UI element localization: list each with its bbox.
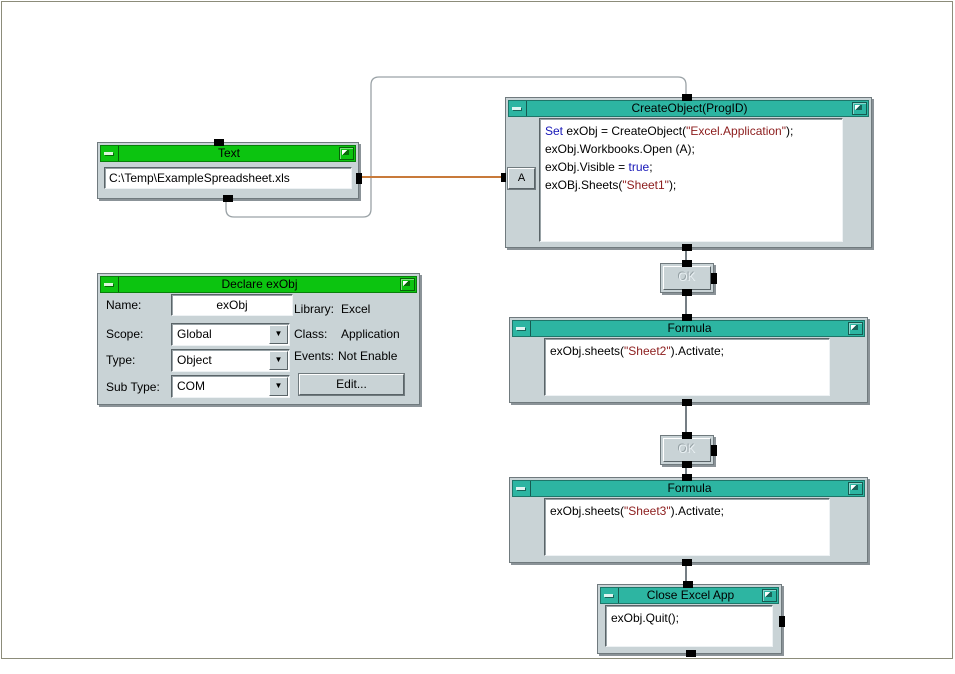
close-app-code-editor[interactable]: exObj.Quit();: [605, 605, 773, 647]
object-title: CreateObject(ProgID): [527, 102, 852, 115]
type-dropdown[interactable]: Object ▼: [171, 349, 290, 372]
formula-titlebar[interactable]: Formula: [512, 480, 865, 497]
sequence-in-pin[interactable]: [214, 139, 224, 146]
minimize-button[interactable]: [101, 277, 119, 292]
events-value: Not Enable: [338, 349, 397, 363]
ok-confirm-object-1[interactable]: OK: [660, 263, 714, 293]
scope-value: Global: [177, 324, 212, 344]
subtype-label: Sub Type:: [106, 380, 160, 394]
sequence-out-pin[interactable]: [682, 559, 692, 566]
minimize-button[interactable]: [601, 588, 619, 603]
object-title: Formula: [531, 322, 848, 335]
close-app-titlebar[interactable]: Close Excel App: [600, 587, 779, 604]
scope-label: Scope:: [106, 327, 143, 341]
sequence-out-pin[interactable]: [682, 289, 692, 296]
close-excel-app-object[interactable]: Close Excel App exObj.Quit();: [597, 584, 782, 654]
sequence-out-pin[interactable]: [223, 195, 233, 202]
sequence-in-pin[interactable]: [682, 260, 692, 267]
sequence-in-pin[interactable]: [682, 432, 692, 439]
declare-variable-object[interactable]: Declare exObj Name: exObj Scope: Global …: [97, 273, 420, 405]
minimize-icon: [516, 327, 525, 330]
type-label: Type:: [106, 353, 135, 367]
createobject-progid-object[interactable]: CreateObject(ProgID) A Set exObj = Creat…: [505, 97, 872, 248]
resize-icon: [851, 325, 858, 330]
formula-titlebar[interactable]: Formula: [512, 320, 865, 337]
minimize-icon: [104, 283, 113, 286]
subtype-value: COM: [177, 376, 205, 396]
class-label: Class:: [294, 327, 327, 341]
name-label: Name:: [106, 298, 141, 312]
resize-icon: [765, 592, 772, 597]
scope-dropdown[interactable]: Global ▼: [171, 323, 290, 346]
formula-code-editor[interactable]: exObj.sheets("Sheet3").Activate;: [544, 498, 830, 556]
class-value: Application: [341, 327, 400, 341]
text-value-input[interactable]: C:\Temp\ExampleSpreadsheet.xls: [104, 167, 352, 189]
minimize-icon: [516, 487, 525, 490]
resize-corner-button[interactable]: [762, 589, 777, 602]
resize-corner-button[interactable]: [400, 278, 415, 291]
formula-object-2[interactable]: Formula exObj.sheets("Sheet3").Activate;: [509, 477, 868, 563]
data-out-terminal[interactable]: [779, 616, 785, 627]
sequence-in-pin[interactable]: [682, 474, 692, 481]
resize-corner-button[interactable]: [852, 102, 867, 115]
ok-button[interactable]: OK: [663, 438, 711, 462]
events-label: Events:: [294, 349, 334, 363]
minimize-button[interactable]: [513, 321, 531, 336]
data-out-terminal[interactable]: [356, 173, 362, 184]
resize-icon: [855, 105, 862, 110]
minimize-button[interactable]: [101, 146, 119, 161]
sequence-in-pin[interactable]: [682, 314, 692, 321]
createobject-code-editor[interactable]: Set exObj = CreateObject("Excel.Applicat…: [539, 118, 843, 242]
formula-code-editor[interactable]: exObj.sheets("Sheet2").Activate;: [544, 338, 830, 396]
sequence-out-pin[interactable]: [682, 399, 692, 406]
minimize-icon: [604, 594, 613, 597]
formula-object-1[interactable]: Formula exObj.sheets("Sheet2").Activate;: [509, 317, 868, 403]
library-label: Library:: [294, 302, 334, 316]
data-in-pin[interactable]: [501, 173, 506, 182]
resize-corner-button[interactable]: [848, 482, 863, 495]
minimize-icon: [512, 107, 521, 110]
workspace: Text C:\Temp\ExampleSpreadsheet.xls Crea…: [0, 0, 955, 674]
dropdown-arrow-icon[interactable]: ▼: [269, 325, 288, 344]
minimize-button[interactable]: [513, 481, 531, 496]
resize-icon: [851, 485, 858, 490]
resize-icon: [403, 281, 410, 286]
resize-icon: [342, 150, 349, 155]
minimize-icon: [104, 152, 113, 155]
data-out-terminal[interactable]: [711, 445, 717, 456]
text-object-titlebar[interactable]: Text: [100, 145, 356, 162]
text-object[interactable]: Text C:\Temp\ExampleSpreadsheet.xls: [97, 142, 359, 199]
subtype-dropdown[interactable]: COM ▼: [171, 375, 290, 398]
object-title: Close Excel App: [619, 589, 762, 602]
sequence-out-pin[interactable]: [682, 461, 692, 468]
resize-corner-button[interactable]: [848, 322, 863, 335]
ok-confirm-object-2[interactable]: OK: [660, 435, 714, 465]
declare-titlebar[interactable]: Declare exObj: [100, 276, 417, 293]
createobject-titlebar[interactable]: CreateObject(ProgID): [508, 100, 869, 117]
sequence-in-pin[interactable]: [683, 581, 693, 588]
ok-button[interactable]: OK: [663, 266, 711, 290]
dropdown-arrow-icon[interactable]: ▼: [269, 351, 288, 370]
edit-button[interactable]: Edit...: [299, 374, 404, 395]
object-title: Text: [119, 147, 339, 160]
library-value: Excel: [341, 302, 370, 316]
minimize-button[interactable]: [509, 101, 527, 116]
name-input[interactable]: exObj: [171, 294, 293, 316]
object-title: Formula: [531, 482, 848, 495]
sequence-in-pin[interactable]: [682, 94, 692, 101]
data-out-terminal[interactable]: [711, 273, 717, 284]
sequence-out-pin[interactable]: [682, 244, 692, 251]
data-in-terminal-a[interactable]: A: [508, 168, 535, 189]
object-title: Declare exObj: [119, 278, 400, 291]
resize-corner-button[interactable]: [339, 147, 354, 160]
sequence-out-pin[interactable]: [686, 650, 696, 657]
dropdown-arrow-icon[interactable]: ▼: [269, 377, 288, 396]
type-value: Object: [177, 350, 212, 370]
